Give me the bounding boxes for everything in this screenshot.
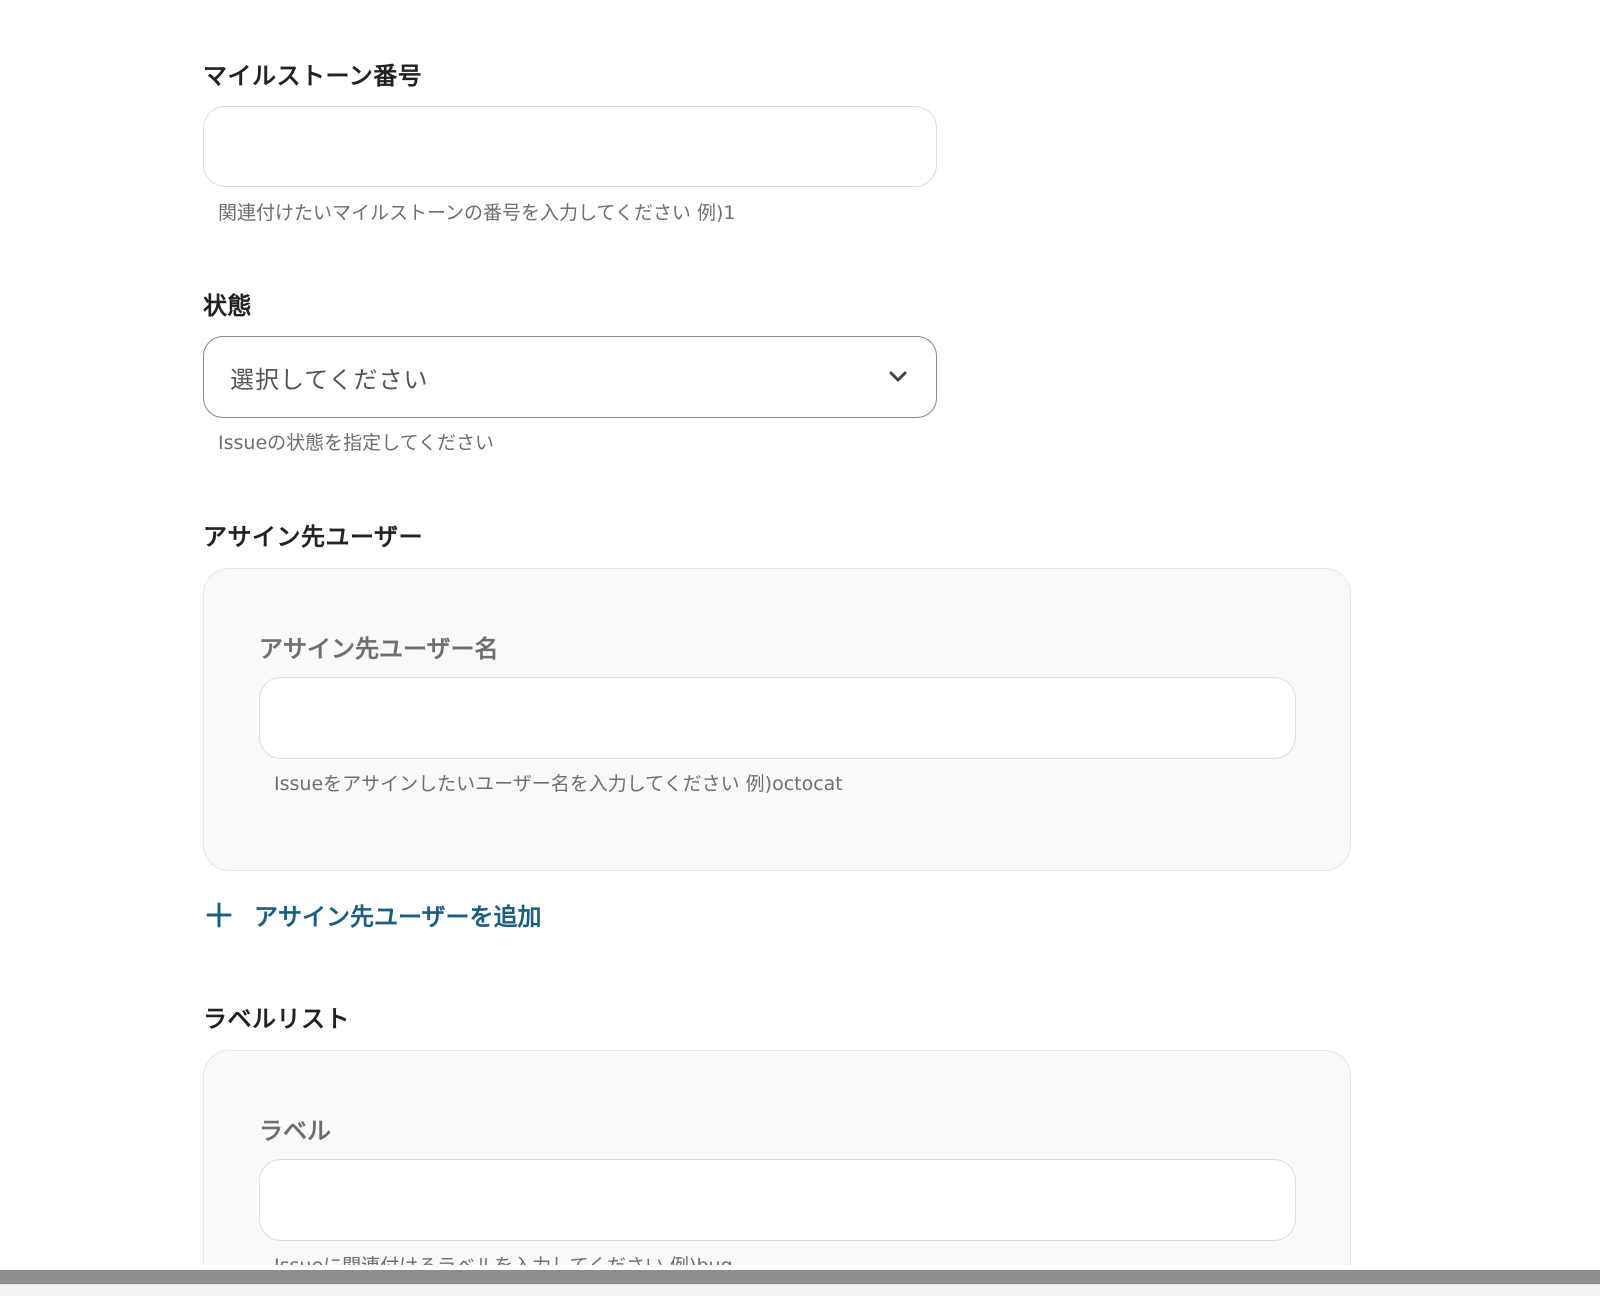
assignee-name-input[interactable] xyxy=(259,677,1296,759)
milestone-help-text: 関連付けたいマイルストーンの番号を入力してください 例)1 xyxy=(218,202,736,224)
labels-label: ラベルリスト xyxy=(203,1005,350,1033)
label-group: ラベル Issueに関連付けるラベルを入力してください 例)bug xyxy=(203,1050,1351,1265)
assignees-label: アサイン先ユーザー xyxy=(203,523,424,551)
state-help-text: Issueの状態を指定してください xyxy=(218,432,494,454)
state-select[interactable]: 選択してください xyxy=(203,336,937,418)
add-assignee-label: アサイン先ユーザーを追加 xyxy=(254,903,542,931)
form-viewport: マイルストーン番号 関連付けたいマイルストーンの番号を入力してください 例)1 … xyxy=(0,0,1600,1265)
label-item-label: ラベル xyxy=(259,1117,331,1145)
assignee-group: アサイン先ユーザー名 Issueをアサインしたいユーザー名を入力してください 例… xyxy=(203,568,1351,871)
label-help-text: Issueに関連付けるラベルを入力してください 例)bug xyxy=(274,1251,733,1265)
milestone-label: マイルストーン番号 xyxy=(203,62,423,90)
add-assignee-button[interactable]: アサイン先ユーザーを追加 xyxy=(206,897,542,932)
assignee-name-label: アサイン先ユーザー名 xyxy=(259,635,499,663)
bottom-strip xyxy=(0,1284,1600,1296)
plus-icon xyxy=(206,902,232,927)
state-select-value: 選択してください xyxy=(230,366,429,394)
milestone-input[interactable] xyxy=(203,106,937,187)
chevron-down-icon xyxy=(889,371,907,382)
horizontal-scrollbar[interactable] xyxy=(0,1270,1600,1284)
state-label: 状態 xyxy=(203,292,252,320)
label-input[interactable] xyxy=(259,1159,1296,1241)
assignee-help-text: Issueをアサインしたいユーザー名を入力してください 例)octocat xyxy=(274,773,843,795)
